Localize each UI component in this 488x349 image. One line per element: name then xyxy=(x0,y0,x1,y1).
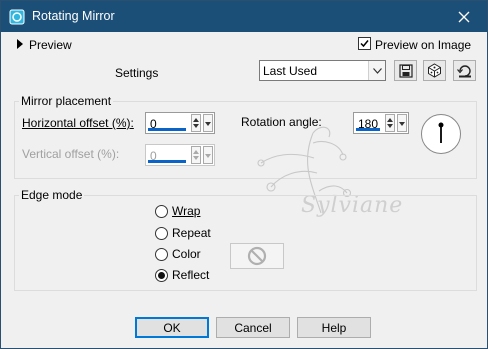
checkmark-icon xyxy=(360,40,369,48)
randomize-icon xyxy=(428,63,441,78)
horizontal-offset-text: Horizontal offset (%): xyxy=(22,116,134,130)
settings-preset-select[interactable]: Last Used xyxy=(259,60,386,81)
vertical-offset-dropdown[interactable] xyxy=(203,146,213,164)
dialog-window: Rotating Mirror Preview Preview on Image… xyxy=(0,0,488,349)
settings-label: Settings xyxy=(115,66,159,80)
help-button[interactable]: Help xyxy=(297,317,371,338)
edge-mode-label: Edge mode xyxy=(19,188,85,202)
title-bar[interactable]: Rotating Mirror xyxy=(1,1,487,32)
randomize-button[interactable] xyxy=(423,60,446,81)
chevron-down-icon xyxy=(205,122,211,126)
edge-repeat-radio[interactable] xyxy=(155,227,168,240)
preset-value: Last Used xyxy=(263,64,318,78)
edge-repeat-label[interactable]: Repeat xyxy=(172,226,211,240)
preview-on-image-checkbox[interactable] xyxy=(358,37,371,50)
spin-up-icon[interactable] xyxy=(193,118,199,122)
edge-wrap-radio[interactable] xyxy=(155,205,168,218)
chevron-down-icon xyxy=(205,154,211,158)
spin-down-icon[interactable] xyxy=(193,156,199,160)
cancel-button[interactable]: Cancel xyxy=(216,317,290,338)
expand-arrow-icon[interactable] xyxy=(16,39,24,49)
edge-wrap-label[interactable]: Wrap xyxy=(172,204,200,218)
chevron-down-icon xyxy=(372,67,382,74)
prohibited-icon xyxy=(247,246,267,266)
ok-button[interactable]: OK xyxy=(135,317,209,338)
horizontal-offset-field[interactable]: 0 xyxy=(145,112,215,134)
spin-up-icon[interactable] xyxy=(193,150,199,154)
mirror-placement-label: Mirror placement xyxy=(19,94,114,108)
horizontal-offset-label: Horizontal offset (%): xyxy=(22,116,134,130)
horizontal-offset-spinner[interactable] xyxy=(191,114,201,132)
save-icon xyxy=(398,63,413,78)
spin-down-icon[interactable] xyxy=(193,124,199,128)
preset-dropdown-button[interactable] xyxy=(368,61,385,80)
edge-color-label[interactable]: Color xyxy=(172,247,201,261)
edge-reflect-radio[interactable] xyxy=(155,269,168,282)
reset-icon xyxy=(456,64,471,77)
edge-color-radio[interactable] xyxy=(155,248,168,261)
horizontal-offset-dropdown[interactable] xyxy=(203,114,213,132)
preview-toggle-label[interactable]: Preview xyxy=(29,38,72,52)
edge-color-swatch[interactable] xyxy=(230,243,284,269)
preview-on-image-label[interactable]: Preview on Image xyxy=(375,38,471,52)
close-button[interactable] xyxy=(441,1,487,32)
app-icon xyxy=(9,9,25,25)
close-icon xyxy=(458,11,470,22)
vertical-offset-field[interactable]: 0 xyxy=(145,144,215,166)
reset-defaults-button[interactable] xyxy=(453,60,476,81)
vertical-offset-label: Vertical offset (%): xyxy=(22,147,120,161)
save-preset-button[interactable] xyxy=(394,60,417,81)
edge-reflect-label[interactable]: Reflect xyxy=(172,268,209,282)
window-title: Rotating Mirror xyxy=(32,9,115,23)
horizontal-offset-slider[interactable] xyxy=(148,128,186,131)
angle-dial-icon[interactable] xyxy=(420,113,462,155)
vertical-offset-spinner[interactable] xyxy=(191,146,201,164)
vertical-offset-slider[interactable] xyxy=(148,160,186,163)
